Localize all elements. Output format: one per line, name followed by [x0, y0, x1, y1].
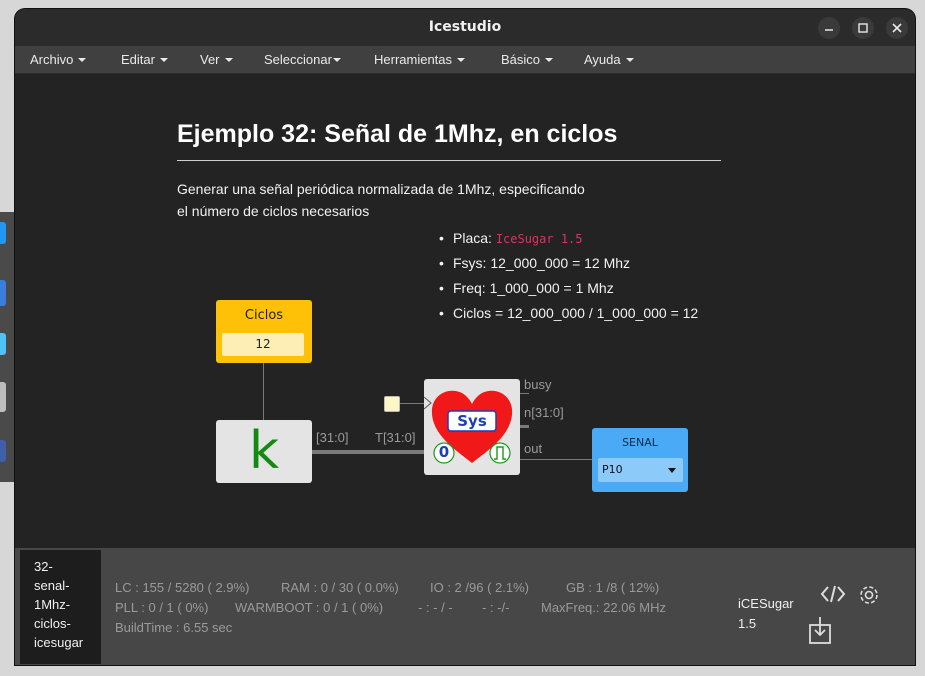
stat-empty-1: - : - / - — [418, 600, 453, 615]
dock-app-icon[interactable] — [0, 333, 6, 355]
chevron-down-icon — [625, 58, 634, 62]
menu-herramientas[interactable]: Herramientas — [374, 52, 466, 67]
stat-pll: PLL : 0 / 1 ( 0%) — [115, 600, 209, 615]
minimize-icon[interactable] — [818, 17, 840, 39]
info-bullet-list: Placa: IceSugar 1.5 Fsys: 12_000_000 = 1… — [439, 230, 698, 330]
sys-block[interactable]: Sys 0 — [423, 379, 520, 475]
menu-editar[interactable]: Editar — [121, 52, 168, 67]
port-label-busy: busy — [524, 377, 552, 392]
board-name: iCESugar 1.5 — [738, 596, 794, 631]
app-window: Icestudio Archivo Editar Ver Seleccionar… — [15, 9, 915, 665]
bullet-placa: Placa: IceSugar 1.5 — [439, 230, 698, 255]
stat-ram: RAM : 0 / 30 ( 0.0%) — [281, 580, 399, 595]
sys-zero-label: 0 — [438, 443, 450, 461]
menu-archivo[interactable]: Archivo — [30, 52, 87, 67]
dock-app-icon[interactable] — [0, 280, 6, 306]
menu-basico[interactable]: Básico — [501, 52, 554, 67]
wire-out-senal — [520, 459, 592, 460]
project-name-panel[interactable]: 32- senal- 1Mhz- ciclos- icesugar — [20, 550, 101, 664]
sys-label: Sys — [457, 412, 487, 430]
menu-seleccionar[interactable]: Seleccionar — [264, 52, 341, 67]
status-footer: 32- senal- 1Mhz- ciclos- icesugar LC : 1… — [15, 548, 915, 665]
dock-app-icon[interactable] — [0, 382, 6, 412]
title-bar: Icestudio — [15, 9, 915, 46]
ciclos-constant-block[interactable]: Ciclos 12 — [216, 300, 312, 363]
senal-output-block[interactable]: SENAL P10 — [592, 428, 688, 492]
download-icon[interactable] — [808, 615, 832, 649]
clock-input-icon — [423, 396, 432, 410]
dropdown-arrow-icon — [668, 468, 676, 473]
stat-lc: LC : 155 / 5280 ( 2.9%) — [115, 580, 250, 595]
chevron-down-icon — [457, 58, 466, 62]
design-canvas[interactable]: Ejemplo 32: Señal de 1Mhz, en ciclos Gen… — [15, 74, 915, 548]
wire-label-sys-in: T[31:0] — [375, 430, 416, 445]
bullet-ciclos: Ciclos = 12_000_000 / 1_000_000 = 12 — [439, 305, 698, 330]
chevron-down-icon — [332, 58, 341, 62]
stat-io: IO : 2 /96 ( 2.1%) — [430, 580, 529, 595]
maximize-icon[interactable] — [852, 17, 874, 39]
info-heading: Ejemplo 32: Señal de 1Mhz, en ciclos — [177, 120, 618, 148]
board-code: IceSugar 1.5 — [495, 232, 583, 246]
chevron-down-icon — [545, 58, 554, 62]
port-label-out: out — [524, 441, 543, 456]
wire-ciclos-k — [263, 363, 264, 420]
stat-buildtime: BuildTime : 6.55 sec — [115, 620, 233, 635]
dock-app-icon[interactable] — [0, 440, 6, 462]
k-constant-block[interactable]: k — [216, 420, 312, 483]
window-title: Icestudio — [428, 19, 502, 35]
project-name: 32- senal- 1Mhz- ciclos- icesugar — [34, 559, 84, 650]
menu-ver[interactable]: Ver — [200, 52, 233, 67]
bullet-freq: Freq: 1_000_000 = 1 Mhz — [439, 280, 698, 305]
wire-const-sys — [398, 403, 424, 404]
k-symbol: k — [248, 421, 280, 481]
wire-n — [520, 425, 529, 428]
heading-divider — [177, 160, 721, 161]
wire-busy — [520, 393, 529, 394]
port-label-n: n[31:0] — [524, 405, 564, 420]
close-icon[interactable] — [886, 17, 908, 39]
bullet-fsys: Fsys: 12_000_000 = 12 Mhz — [439, 255, 698, 280]
code-icon[interactable] — [820, 584, 846, 608]
pin-select[interactable]: P10 — [598, 458, 683, 482]
description-line: el número de ciclos necesarios — [177, 203, 370, 219]
wire-label-k-out: [31:0] — [316, 430, 349, 445]
block-label: SENAL — [622, 436, 658, 449]
dock-app-icon[interactable] — [0, 222, 6, 244]
stat-gb: GB : 1 /8 ( 12%) — [566, 580, 660, 595]
stat-empty-2: - : -/- — [482, 600, 510, 615]
small-constant-block[interactable] — [384, 396, 400, 412]
constant-value-field[interactable]: 12 — [222, 333, 304, 356]
stat-maxfreq: MaxFreq.: 22.06 MHz — [541, 600, 666, 615]
settings-gear-icon[interactable] — [856, 583, 882, 611]
info-description: Generar una señal periódica normalizada … — [177, 178, 585, 222]
chevron-down-icon — [159, 58, 168, 62]
chevron-down-icon — [78, 58, 87, 62]
chevron-down-icon — [224, 58, 233, 62]
menu-bar: Archivo Editar Ver Seleccionar Herramien… — [15, 46, 915, 74]
wire-k-sys — [312, 450, 424, 454]
stat-warmboot: WARMBOOT : 0 / 1 ( 0%) — [235, 600, 384, 615]
description-line: Generar una señal periódica normalizada … — [177, 181, 585, 197]
block-label: Ciclos — [244, 308, 284, 323]
menu-ayuda[interactable]: Ayuda — [584, 52, 634, 67]
